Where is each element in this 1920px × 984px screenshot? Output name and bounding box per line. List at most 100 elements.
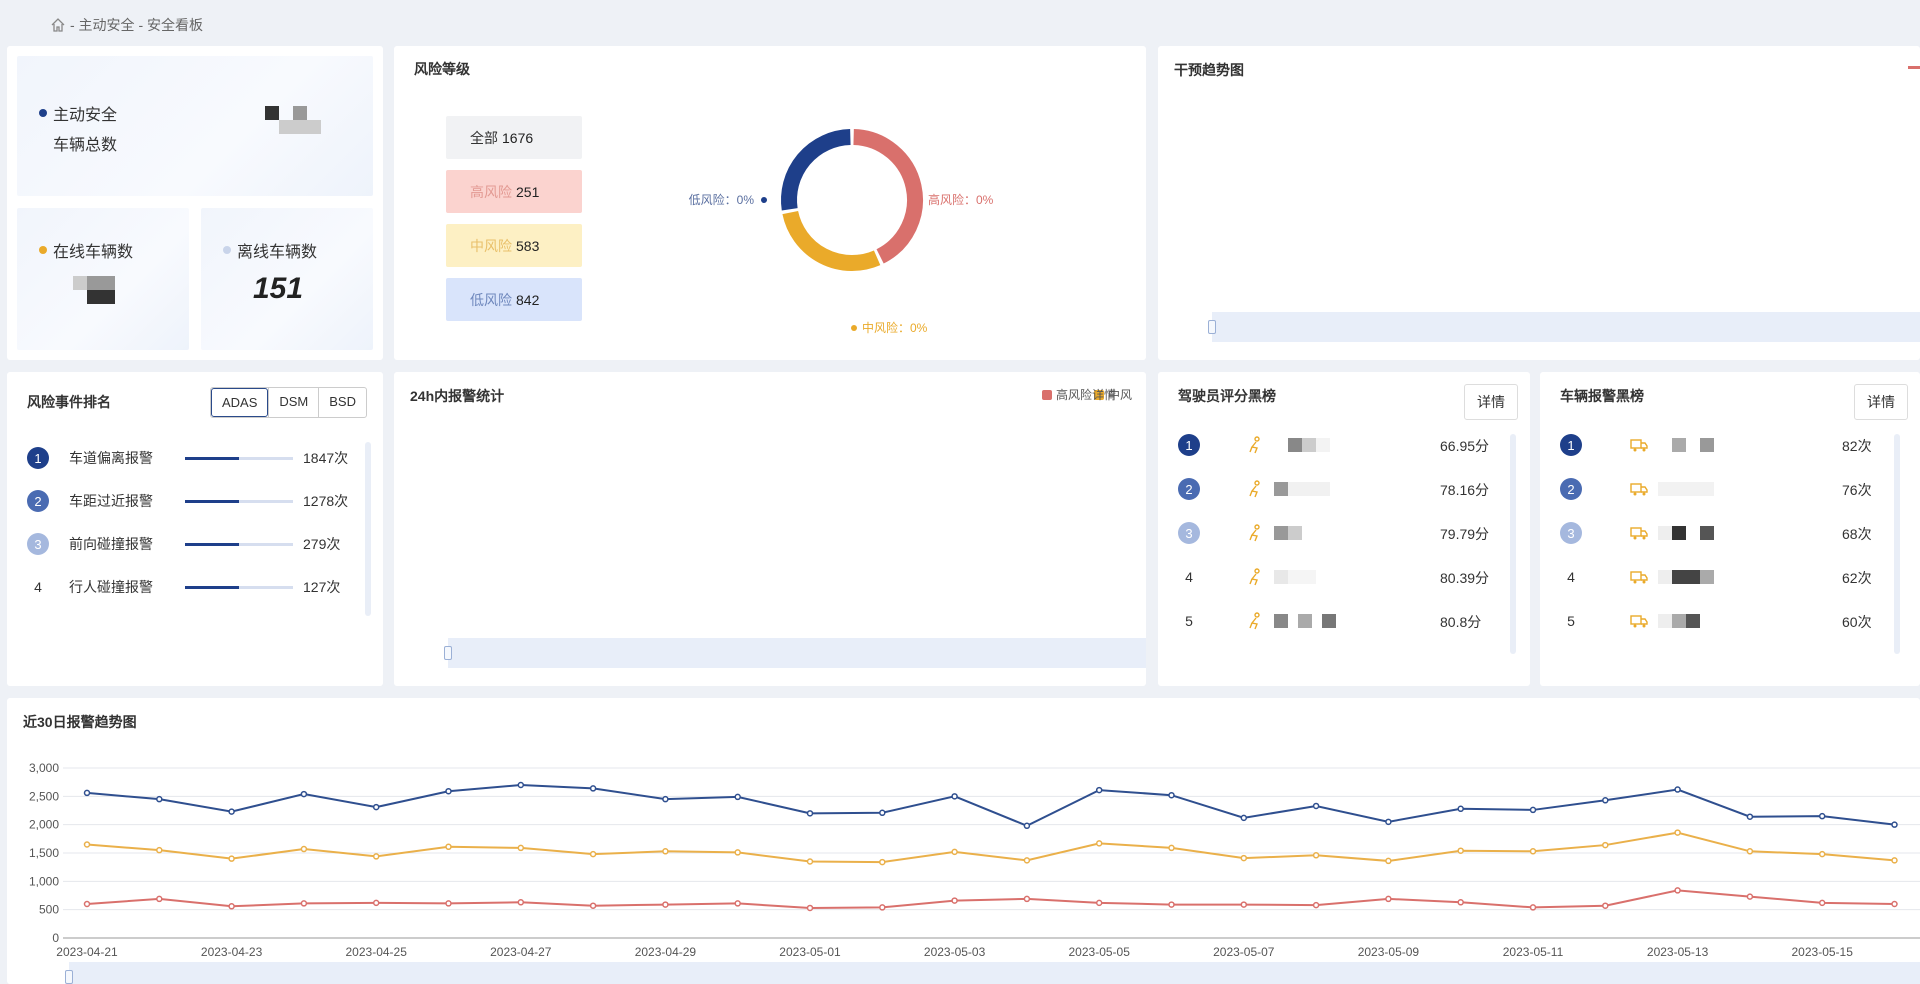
trend30-zoom-handle[interactable]	[65, 970, 73, 984]
data-point[interactable]	[1602, 902, 1609, 909]
risk-pill-high[interactable]: 高风险 251	[446, 170, 582, 213]
data-point[interactable]	[300, 790, 308, 798]
data-point[interactable]	[228, 808, 235, 815]
driver-blacklist-detail-button[interactable]: 详情	[1464, 384, 1518, 420]
donut-segment-low[interactable]	[781, 129, 851, 211]
data-point[interactable]	[734, 900, 741, 907]
data-point[interactable]	[1457, 899, 1464, 906]
vehicle-blacklist-scrollbar[interactable]	[1894, 434, 1900, 654]
data-point[interactable]	[1240, 854, 1248, 862]
intervention-zoom-slider[interactable]	[1208, 312, 1920, 342]
data-point[interactable]	[1746, 893, 1754, 900]
data-point[interactable]	[1746, 848, 1754, 855]
data-point[interactable]	[445, 900, 452, 907]
tab-bsd[interactable]: BSD	[318, 388, 366, 417]
donut-segment-mid[interactable]	[782, 210, 881, 271]
data-point[interactable]	[806, 858, 814, 865]
data-point[interactable]	[951, 793, 958, 800]
home-icon[interactable]	[50, 17, 66, 33]
alarm-24h-detail-link[interactable]: 详情	[1092, 386, 1116, 403]
data-point[interactable]	[1385, 857, 1392, 865]
data-point[interactable]	[1891, 857, 1898, 864]
data-point[interactable]	[662, 848, 669, 855]
intervention-zoom-handle[interactable]	[1208, 320, 1216, 334]
data-point[interactable]	[1312, 852, 1320, 859]
data-point[interactable]	[300, 845, 308, 853]
data-point[interactable]	[517, 781, 525, 789]
data-point[interactable]	[517, 844, 525, 852]
data-point[interactable]	[1023, 822, 1031, 830]
data-point[interactable]	[951, 897, 958, 904]
data-point[interactable]	[1746, 813, 1754, 820]
data-point[interactable]	[734, 793, 741, 801]
data-point[interactable]	[228, 855, 235, 862]
data-point[interactable]	[1529, 904, 1537, 911]
data-point[interactable]	[1602, 841, 1609, 849]
risk-pill-all[interactable]: 全部 1676	[446, 116, 582, 159]
data-point[interactable]	[1818, 850, 1826, 858]
data-point[interactable]	[662, 795, 669, 803]
data-point[interactable]	[300, 900, 308, 907]
data-point[interactable]	[1023, 895, 1031, 903]
data-point[interactable]	[1818, 899, 1826, 907]
risk-pill-mid[interactable]: 中风险 583	[446, 224, 582, 267]
data-point[interactable]	[1385, 818, 1392, 826]
alarm-24h-zoom-slider[interactable]	[444, 638, 1146, 668]
data-point[interactable]	[372, 899, 380, 907]
data-point[interactable]	[1168, 844, 1175, 852]
data-point[interactable]	[734, 849, 741, 856]
data-point[interactable]	[445, 843, 452, 851]
data-point[interactable]	[1168, 901, 1175, 908]
data-point[interactable]	[806, 904, 814, 912]
data-point[interactable]	[1240, 901, 1248, 908]
vehicle-blacklist-row[interactable]: 1	[1560, 432, 1714, 458]
data-point[interactable]	[1891, 900, 1898, 908]
data-point[interactable]	[589, 785, 597, 792]
data-point[interactable]	[156, 795, 163, 803]
data-point[interactable]	[372, 803, 380, 811]
vehicle-blacklist-row[interactable]: 5	[1560, 608, 1700, 634]
data-point[interactable]	[1529, 848, 1537, 855]
data-point[interactable]	[156, 846, 163, 854]
data-point[interactable]	[589, 850, 597, 858]
data-point[interactable]	[1674, 887, 1681, 894]
data-point[interactable]	[1023, 857, 1031, 864]
data-point[interactable]	[1240, 814, 1248, 822]
data-point[interactable]	[1602, 797, 1609, 804]
data-point[interactable]	[1095, 786, 1103, 794]
data-point[interactable]	[951, 848, 958, 856]
data-point[interactable]	[662, 901, 669, 908]
data-point[interactable]	[1095, 840, 1103, 847]
data-point[interactable]	[879, 904, 886, 911]
data-point[interactable]	[1095, 899, 1103, 907]
data-point[interactable]	[1457, 847, 1464, 854]
driver-blacklist-row[interactable]: 2	[1178, 476, 1330, 502]
alarm-24h-zoom-handle[interactable]	[444, 646, 452, 660]
data-point[interactable]	[517, 899, 525, 906]
driver-blacklist-row[interactable]: 3	[1178, 520, 1302, 546]
data-point[interactable]	[156, 895, 163, 903]
data-point[interactable]	[1674, 786, 1681, 793]
data-point[interactable]	[1457, 805, 1464, 813]
data-point[interactable]	[445, 787, 452, 795]
data-point[interactable]	[83, 789, 91, 797]
tab-dsm[interactable]: DSM	[268, 388, 318, 417]
data-point[interactable]	[1818, 812, 1826, 820]
data-point[interactable]	[1168, 791, 1175, 799]
vehicle-blacklist-row[interactable]: 3	[1560, 520, 1714, 546]
ranking-scrollbar[interactable]	[365, 442, 371, 616]
driver-blacklist-row[interactable]: 4	[1178, 564, 1316, 590]
data-point[interactable]	[589, 902, 597, 909]
data-point[interactable]	[806, 810, 814, 817]
vehicle-blacklist-row[interactable]: 2	[1560, 476, 1714, 502]
tab-adas[interactable]: ADAS	[210, 388, 269, 417]
donut-segment-high[interactable]	[853, 129, 923, 264]
data-point[interactable]	[1312, 802, 1320, 810]
data-point[interactable]	[372, 853, 380, 860]
legend-high-risk[interactable]: 高风险	[1042, 386, 1092, 403]
data-point[interactable]	[1891, 821, 1898, 828]
data-point[interactable]	[879, 858, 886, 866]
data-point[interactable]	[1385, 895, 1392, 903]
risk-pill-low[interactable]: 低风险 842	[446, 278, 582, 321]
driver-blacklist-row[interactable]: 5	[1178, 608, 1336, 634]
